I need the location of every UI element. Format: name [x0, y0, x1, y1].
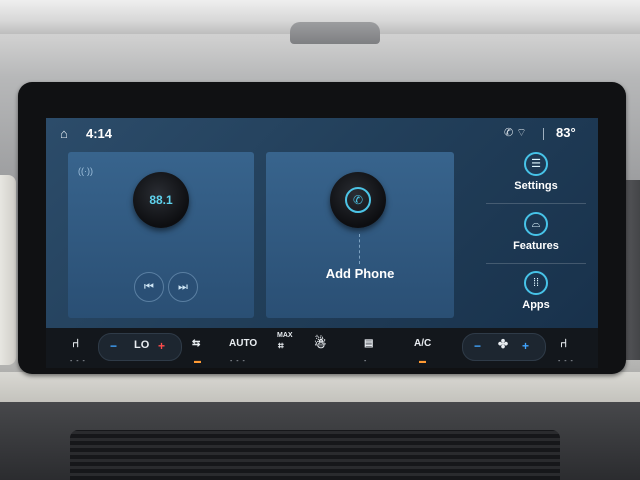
menu-features-label: Features	[513, 240, 559, 252]
recirculation-indicator: ▬	[194, 358, 202, 365]
max-defrost-icon[interactable]: ⌗	[278, 341, 284, 352]
fan-plus-button[interactable]: +	[522, 339, 529, 353]
climate-person-icon[interactable]: ☃	[314, 335, 327, 352]
dashboard-shelf	[0, 372, 640, 402]
wifi-icon: ⌔	[516, 127, 527, 139]
dash-left-trim	[0, 175, 16, 365]
rear-defrost-indicator: -	[364, 358, 368, 365]
dashboard-hood	[290, 22, 380, 44]
fan-icon: ✤	[498, 337, 509, 351]
rear-defrost-icon[interactable]: ▤	[364, 338, 373, 349]
menu-divider	[486, 203, 586, 204]
recirculation-icon[interactable]: ⇆	[192, 338, 200, 349]
ac-indicator: ▬	[419, 358, 427, 365]
seek-back-button[interactable]: ⏮	[134, 272, 164, 302]
status-bar: ⌂ 4:14 ✆ ⌔ 83°	[46, 118, 598, 150]
driver-temp-minus-button[interactable]: −	[110, 339, 117, 353]
home-icon[interactable]: ⌂	[60, 127, 74, 141]
climate-bar: ⑁ - - - − LO + ⇆ ▬ AUTO - - - MAX ⌗ ☃ ▤ …	[46, 328, 598, 368]
passenger-seat-icon[interactable]: ⑁	[560, 336, 567, 350]
menu-settings[interactable]: ☰ Settings	[486, 152, 586, 192]
passenger-seat-indicator: - - -	[558, 358, 574, 365]
phone-tile[interactable]: ✆ Add Phone	[266, 152, 454, 318]
radio-tile[interactable]: ((·)) 88.1 ⏮ ⏭	[68, 152, 254, 318]
status-indicators: ✆ ⌔	[504, 126, 527, 140]
air-vent	[70, 430, 560, 480]
driver-temp-value: LO	[134, 339, 150, 351]
driver-seat-icon[interactable]: ⑁	[72, 336, 79, 350]
seek-back-icon: ⏮	[144, 281, 154, 293]
status-separator	[543, 128, 544, 140]
phone-icon: ✆	[345, 187, 371, 213]
menu-apps-label: Apps	[522, 299, 550, 311]
menu-features[interactable]: ⌓ Features	[486, 212, 586, 252]
ac-button[interactable]: A/C	[414, 338, 431, 349]
auto-button[interactable]: AUTO	[229, 338, 257, 349]
menu-settings-label: Settings	[514, 180, 558, 192]
radio-frequency: 88.1	[149, 193, 173, 207]
phone-knob[interactable]: ✆	[330, 172, 386, 228]
outside-temperature: 83°	[556, 125, 576, 140]
settings-sliders-icon: ☰	[524, 152, 548, 176]
add-phone-label: Add Phone	[325, 266, 395, 281]
max-label: MAX	[277, 332, 293, 339]
dash-right-trim	[624, 180, 640, 360]
infotainment-screen: ⌂ 4:14 ✆ ⌔ 83° ((·)) 88.1 ⏮ ⏭ ✆ Add Phon…	[46, 118, 598, 368]
phone-off-icon: ✆	[504, 127, 514, 139]
car-features-icon: ⌓	[524, 212, 548, 236]
seek-forward-icon: ⏭	[178, 281, 188, 293]
driver-seat-indicator: - - -	[70, 358, 86, 365]
driver-temp-plus-button[interactable]: +	[158, 339, 165, 353]
clock-time: 4:14	[86, 126, 113, 141]
apps-grid-icon: ⁞⁞	[524, 271, 548, 295]
menu-apps[interactable]: ⁞⁞ Apps	[486, 271, 586, 311]
radio-signal-icon: ((·))	[78, 166, 93, 176]
menu-divider	[486, 263, 586, 264]
fan-minus-button[interactable]: −	[474, 339, 481, 353]
auto-indicator: - - -	[230, 358, 246, 365]
seek-forward-button[interactable]: ⏭	[168, 272, 198, 302]
phone-connector-line	[359, 234, 360, 264]
radio-knob[interactable]: 88.1	[133, 172, 189, 228]
